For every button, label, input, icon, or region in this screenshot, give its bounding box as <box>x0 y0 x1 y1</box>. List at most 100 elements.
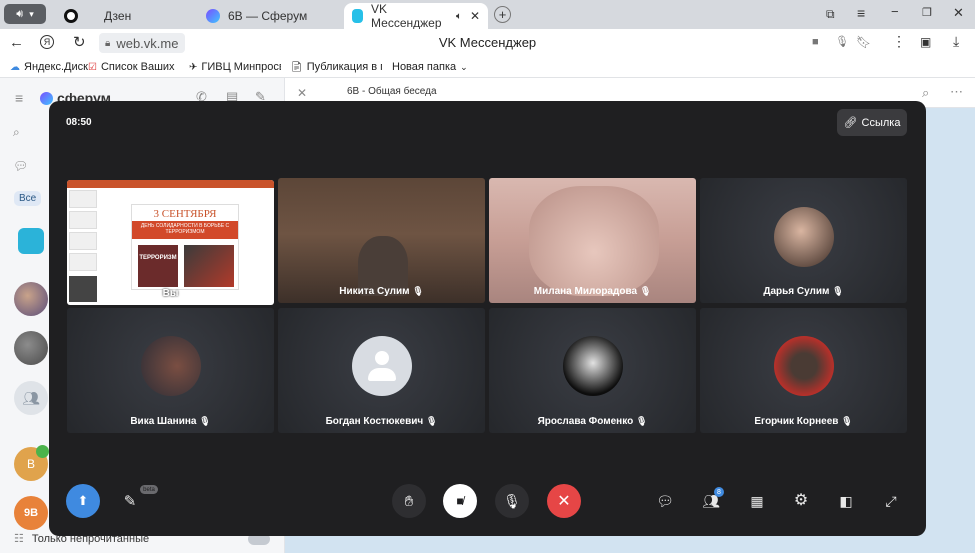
yandex-icon[interactable]: Я <box>40 35 54 49</box>
close-tab-icon[interactable]: ✕ <box>470 9 480 23</box>
sferum-icon <box>206 9 220 23</box>
bookmark-icon[interactable]: 🔖︎ <box>856 35 871 49</box>
more-icon[interactable]: ⋮ <box>892 33 906 50</box>
participant-tile[interactable]: Егорчик Корнеев 🎙︎ <box>700 308 907 433</box>
bookmark-label: Список Ваших за <box>100 61 178 73</box>
default-avatar-icon <box>352 336 412 396</box>
document-icon: 📄︎ <box>290 61 303 73</box>
tab-audio-icon[interactable]: 🔈︎ <box>456 11 462 22</box>
bookmarks-bar: ☁︎ Яндекс.Диск ☑ Список Ваших за ✈︎ ГИВЦ… <box>0 57 975 78</box>
mic-muted-icon: 🎙︎ <box>639 286 652 296</box>
end-call-button[interactable]: ✕ <box>547 484 581 518</box>
bookmark-publication[interactable]: 📄︎ Публикация в пе <box>290 61 382 73</box>
participant-tile[interactable]: Милана Милорадова 🎙︎ <box>489 178 696 303</box>
hamburger-icon[interactable]: ≡ <box>15 90 23 106</box>
download-icon[interactable]: ⤓ <box>953 33 959 50</box>
call-timer: 08:50 <box>66 117 92 128</box>
bird-icon: ✈︎ <box>189 61 198 73</box>
filter-all-label: Все <box>19 193 37 204</box>
participant-tile[interactable]: Дарья Сулим 🎙︎ <box>700 178 907 303</box>
tab-label: 6В — Сферум <box>228 9 308 23</box>
fullscreen-button[interactable]: ⤢ <box>881 491 901 511</box>
menu-icon[interactable]: ≡ <box>857 5 865 21</box>
raise-hand-button[interactable]: ✋︎ <box>392 484 426 518</box>
search-icon[interactable]: ⌕ <box>13 125 20 140</box>
chat-avatar-6[interactable]: 9В <box>14 496 48 530</box>
chat-avatar-4[interactable]: 👥︎ <box>14 381 48 415</box>
bookmark-list[interactable]: ☑ Список Ваших за <box>88 61 178 73</box>
audio-tab-button[interactable]: 🔊︎ ▾ <box>4 4 46 24</box>
participant-tile-self[interactable]: 3 СЕНТЯБРЯ ДЕНЬ СОЛИДАРНОСТИ В БОРЬБЕ С … <box>67 180 274 305</box>
tab-collection-icon[interactable]: ⧉ <box>826 7 835 22</box>
chat-avatar-3[interactable] <box>14 331 48 365</box>
vk-messenger-icon <box>352 9 364 23</box>
new-tab-button[interactable]: + <box>494 6 511 23</box>
mic-muted-icon: 🎙︎ <box>635 416 648 426</box>
link-button[interactable]: 🔗︎ Ссылка <box>837 109 907 136</box>
chat-title: 6В - Общая беседа <box>347 86 437 97</box>
settings-button[interactable]: ⚙︎ <box>791 490 811 510</box>
avatar-text: В <box>26 457 35 471</box>
close-window-icon[interactable]: ✕ <box>953 5 964 21</box>
participant-name: Никита Сулим 🎙︎ <box>339 286 424 297</box>
layout-button[interactable]: ▦ <box>747 491 767 511</box>
tab-dzen[interactable]: Дзен <box>56 3 196 29</box>
pip-button[interactable]: ◧ <box>836 491 856 511</box>
yandex-disk-icon: ☁︎ <box>10 61 20 73</box>
mic-muted-icon: 🎙︎ <box>425 416 438 426</box>
checkbox-icon: ☑ <box>88 61 97 73</box>
bookmark-givc[interactable]: ✈︎ ГИВЦ Минпросв <box>189 61 281 73</box>
chat-avatar-1[interactable] <box>18 228 44 254</box>
close-chat-icon[interactable]: ✕ <box>297 86 307 100</box>
lock-icon: 🔒︎ <box>105 37 111 49</box>
participants-count-badge: 8 <box>714 487 724 497</box>
filter-all-button[interactable]: Все <box>14 191 42 206</box>
speaker-icon: 🔊︎ <box>16 7 24 20</box>
participant-name: Богдан Костюкевич 🎙︎ <box>325 416 438 427</box>
chat-search-icon[interactable]: ⌕ <box>922 85 929 101</box>
bookmark-yandex-disk[interactable]: ☁︎ Яндекс.Диск <box>10 61 88 73</box>
camera-permission-icon[interactable]: ■ <box>812 36 819 48</box>
participant-avatar <box>774 336 834 396</box>
whiteboard-button[interactable]: ✎ <box>117 490 143 512</box>
participant-avatar <box>141 336 201 396</box>
bookmarks-panel-icon[interactable]: ▣ <box>920 35 931 49</box>
screen-share-icon: ⬆︎ <box>77 493 89 508</box>
camera-toggle-button[interactable]: ■̸ <box>443 484 477 518</box>
participant-name: Вы <box>162 288 179 299</box>
screen-share-button[interactable]: ⬆︎ <box>66 484 100 518</box>
participant-name: Ярослава Фоменко 🎙︎ <box>537 416 648 427</box>
mic-muted-icon: 🎙︎ <box>412 286 424 296</box>
participant-tile[interactable]: Ярослава Фоменко 🎙︎ <box>489 308 696 433</box>
beta-label: beta <box>143 486 155 493</box>
slide-subheading-band: ДЕНЬ СОЛИДАРНОСТИ В БОРЬБЕ С ТЕРРОРИЗМОМ <box>132 221 238 239</box>
chat-avatar-2[interactable] <box>14 282 48 316</box>
call-badge-icon <box>36 445 49 458</box>
chat-bubble-icon[interactable]: 💬︎ <box>13 159 28 173</box>
poster-text: ТЕРРОРИЗМ <box>139 255 177 261</box>
restore-icon[interactable]: ❐ <box>922 6 932 19</box>
hand-icon: ✋︎ <box>404 492 414 510</box>
chevron-down-icon: ⌄ <box>460 61 468 72</box>
participant-tile[interactable]: Богдан Костюкевич 🎙︎ <box>278 308 485 433</box>
slide-poster: ТЕРРОРИЗМ <box>138 245 178 287</box>
mic-muted-icon: 🎙︎ <box>841 416 853 426</box>
badge-count: 8 <box>717 488 721 496</box>
bookmark-new-folder[interactable]: Новая папка ⌄ <box>392 61 468 73</box>
reload-icon[interactable]: ↻ <box>73 33 86 51</box>
participant-tile[interactable]: Никита Сулим 🎙︎ <box>278 178 485 303</box>
slide-heading: 3 СЕНТЯБРЯ <box>153 208 217 220</box>
chat-button[interactable]: 💬︎ <box>655 491 675 511</box>
slide-main: 3 СЕНТЯБРЯ ДЕНЬ СОЛИДАРНОСТИ В БОРЬБЕ С … <box>131 204 239 290</box>
url-field[interactable]: 🔒︎ web.vk.me <box>99 33 185 53</box>
participant-tile[interactable]: Вика Шанина 🎙︎ <box>67 308 274 433</box>
tab-sferum[interactable]: 6В — Сферум <box>198 3 343 29</box>
mic-muted-icon: 🎙︎ <box>199 416 211 426</box>
microphone-toggle-button[interactable]: 🎙︎ <box>495 484 529 518</box>
mic-permission-icon[interactable]: 🎙︎ <box>835 35 849 48</box>
tab-vk-messenger[interactable]: VK Мессенджер 🔈︎ ✕ <box>344 2 488 30</box>
back-icon[interactable]: ← <box>9 34 24 51</box>
minimize-icon[interactable]: − <box>891 4 899 19</box>
chat-more-icon[interactable]: ⋯ <box>950 84 963 100</box>
address-bar: ← Я ↻ 🔒︎ web.vk.me VK Мессенджер ■ 🎙︎ 🔖︎… <box>0 29 975 57</box>
